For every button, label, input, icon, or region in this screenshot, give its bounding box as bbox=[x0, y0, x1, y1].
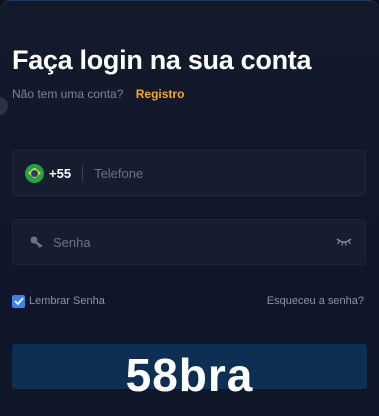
brazil-flag-icon[interactable] bbox=[25, 163, 44, 183]
login-button[interactable] bbox=[12, 344, 367, 389]
phone-field[interactable]: +55 bbox=[12, 150, 366, 196]
key-icon bbox=[29, 234, 45, 250]
phone-input[interactable] bbox=[94, 163, 315, 183]
side-handle-icon[interactable] bbox=[0, 97, 8, 115]
eye-closed-icon[interactable] bbox=[335, 236, 353, 248]
register-prompt-text: Não tem uma conta? bbox=[12, 87, 124, 101]
page-title: Faça login na sua conta bbox=[12, 45, 312, 75]
login-panel: Faça login na sua conta Não tem uma cont… bbox=[0, 0, 379, 416]
password-input[interactable] bbox=[53, 232, 313, 252]
checkmark-icon bbox=[13, 297, 24, 305]
remember-label[interactable]: Lembrar Senha bbox=[29, 295, 105, 307]
country-dial-code[interactable]: +55 bbox=[49, 166, 71, 181]
register-prompt: Não tem uma conta? Registro bbox=[12, 87, 184, 101]
password-field[interactable] bbox=[12, 219, 366, 265]
forgot-password-link[interactable]: Esqueceu a senha? bbox=[267, 295, 364, 307]
login-options: Lembrar Senha Esqueceu a senha? bbox=[12, 293, 364, 309]
register-link[interactable]: Registro bbox=[136, 87, 185, 101]
field-divider bbox=[82, 165, 84, 181]
remember-checkbox[interactable] bbox=[12, 294, 25, 308]
